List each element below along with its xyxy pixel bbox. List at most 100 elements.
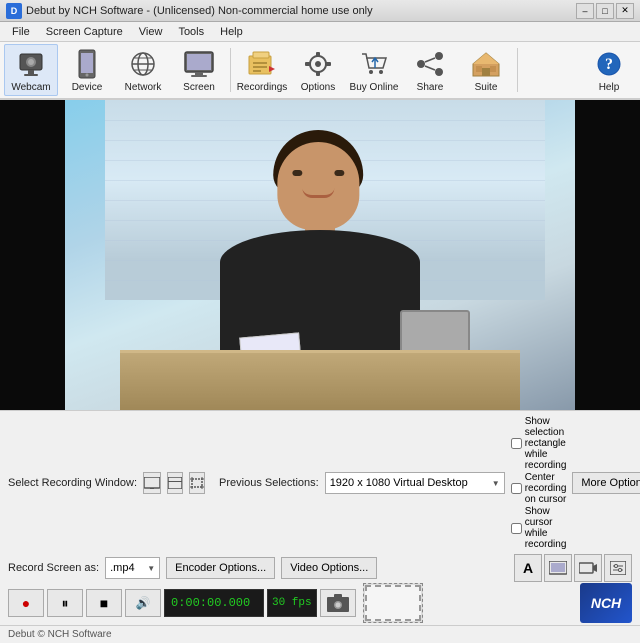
show-rect-checkbox[interactable] <box>511 438 522 449</box>
select-window-label: Select Recording Window: <box>8 477 137 489</box>
tool-options-label: Options <box>301 82 335 93</box>
tool-suite[interactable]: Suite <box>459 44 513 96</box>
previous-selections-label: Previous Selections: <box>219 477 319 489</box>
playback-row: ● ⏸ ■ 🔊 0:00:00.000 30 fps NCH <box>8 586 632 620</box>
options-icon <box>302 48 334 80</box>
tool-buy-online-label: Buy Online <box>350 82 399 93</box>
webcam-overlay-button[interactable] <box>574 554 602 582</box>
audio-button[interactable]: 🔊 <box>125 589 161 617</box>
fps-value: 30 fps <box>272 597 312 609</box>
menu-screen-capture[interactable]: Screen Capture <box>38 24 131 40</box>
help-icon: ? <box>593 48 625 80</box>
center-cursor-checkbox[interactable] <box>511 483 522 494</box>
tool-device-label: Device <box>72 82 103 93</box>
close-button[interactable]: ✕ <box>616 3 634 19</box>
select-window-button[interactable] <box>167 472 183 494</box>
tool-device[interactable]: Device <box>60 44 114 96</box>
show-cursor-label: Show cursor while recording <box>525 506 567 550</box>
menu-file[interactable]: File <box>4 24 38 40</box>
tool-recordings[interactable]: Recordings <box>235 44 289 96</box>
title-bar-controls: – □ ✕ <box>576 3 634 19</box>
tool-screen-label: Screen <box>183 82 215 93</box>
status-bar: Debut © NCH Software <box>0 625 640 643</box>
more-options-button[interactable]: More Options... <box>572 472 640 494</box>
snapshot-button[interactable] <box>320 589 356 617</box>
select-monitor-button[interactable] <box>143 472 161 494</box>
thumbnail-preview <box>363 583 423 623</box>
center-cursor-option: Center recording on cursor <box>511 472 567 505</box>
nch-logo-text: NCH <box>591 595 621 611</box>
tool-network-label: Network <box>125 82 162 93</box>
screen-overlay-button[interactable] <box>544 554 572 582</box>
encoder-options-button[interactable]: Encoder Options... <box>166 557 275 579</box>
person-face-details <box>277 150 359 210</box>
menu-help[interactable]: Help <box>212 24 251 40</box>
dropdown-arrow: ▼ <box>492 479 500 488</box>
tool-network[interactable]: Network <box>116 44 170 96</box>
toolbar-separator-2 <box>517 48 518 92</box>
status-text: Debut © NCH Software <box>8 629 112 640</box>
share-icon <box>414 48 446 80</box>
tool-recordings-label: Recordings <box>237 82 288 93</box>
preview-area <box>0 100 640 410</box>
tool-suite-label: Suite <box>475 82 498 93</box>
stop-button[interactable]: ■ <box>86 589 122 617</box>
format-dropdown-arrow: ▼ <box>147 564 155 573</box>
screen-toolbar-icon <box>183 48 215 80</box>
menu-tools[interactable]: Tools <box>170 24 212 40</box>
recordings-icon <box>246 48 278 80</box>
toolbar-separator-1 <box>230 48 231 92</box>
black-panel-left <box>0 100 65 410</box>
settings-overlay-button[interactable] <box>604 554 632 582</box>
tool-webcam-label: Webcam <box>11 82 50 93</box>
tool-options[interactable]: Options <box>291 44 345 96</box>
controls-area: Select Recording Window: Previous Select… <box>0 410 640 625</box>
video-options-button[interactable]: Video Options... <box>281 557 377 579</box>
laptop-prop <box>400 310 470 355</box>
pause-button[interactable]: ⏸ <box>47 589 83 617</box>
tool-share[interactable]: Share <box>403 44 457 96</box>
tool-screen[interactable]: Screen <box>172 44 226 96</box>
recording-options-group: Show selection rectangle while recording… <box>511 416 567 550</box>
show-cursor-checkbox[interactable] <box>511 523 522 534</box>
controls-row2: Record Screen as: .mp4 ▼ Encoder Options… <box>8 554 632 582</box>
buy-online-icon <box>358 48 390 80</box>
text-overlay-button[interactable]: A <box>514 554 542 582</box>
desk-surface <box>120 350 520 410</box>
network-icon <box>127 48 159 80</box>
record-as-label: Record Screen as: <box>8 562 99 574</box>
show-rect-option: Show selection rectangle while recording <box>511 416 567 471</box>
webcam-preview <box>65 100 575 410</box>
center-cursor-label: Center recording on cursor <box>525 472 567 505</box>
webcam-icon <box>15 48 47 80</box>
format-value: .mp4 <box>110 562 134 574</box>
title-bar-left: D Debut by NCH Software - (Unlicensed) N… <box>6 3 373 19</box>
time-display: 0:00:00.000 <box>164 589 264 617</box>
format-dropdown[interactable]: .mp4 ▼ <box>105 557 160 579</box>
menu-bar: File Screen Capture View Tools Help <box>0 22 640 42</box>
toolbar: Webcam Device Network <box>0 42 640 100</box>
tool-webcam[interactable]: Webcam <box>4 44 58 96</box>
svg-text:?: ? <box>605 56 613 73</box>
title-bar: D Debut by NCH Software - (Unlicensed) N… <box>0 0 640 22</box>
previous-selections-dropdown[interactable]: 1920 x 1080 Virtual Desktop ▼ <box>325 472 505 494</box>
time-value: 0:00:00.000 <box>171 596 250 610</box>
controls-row1: Select Recording Window: Previous Select… <box>8 416 632 550</box>
previous-selection-value: 1920 x 1080 Virtual Desktop <box>330 477 468 489</box>
select-region-button[interactable] <box>189 472 205 494</box>
tool-help-label: Help <box>599 82 620 93</box>
tool-help[interactable]: ? Help <box>582 44 636 96</box>
suite-icon <box>470 48 502 80</box>
fps-display: 30 fps <box>267 589 317 617</box>
record-button[interactable]: ● <box>8 589 44 617</box>
show-rect-label: Show selection rectangle while recording <box>525 416 567 471</box>
black-panel-right <box>575 100 640 410</box>
device-icon <box>71 48 103 80</box>
show-cursor-option: Show cursor while recording <box>511 506 567 550</box>
minimize-button[interactable]: – <box>576 3 594 19</box>
person-preview <box>160 130 480 410</box>
menu-view[interactable]: View <box>131 24 171 40</box>
tool-buy-online[interactable]: Buy Online <box>347 44 401 96</box>
maximize-button[interactable]: □ <box>596 3 614 19</box>
preview-inner <box>0 100 640 410</box>
